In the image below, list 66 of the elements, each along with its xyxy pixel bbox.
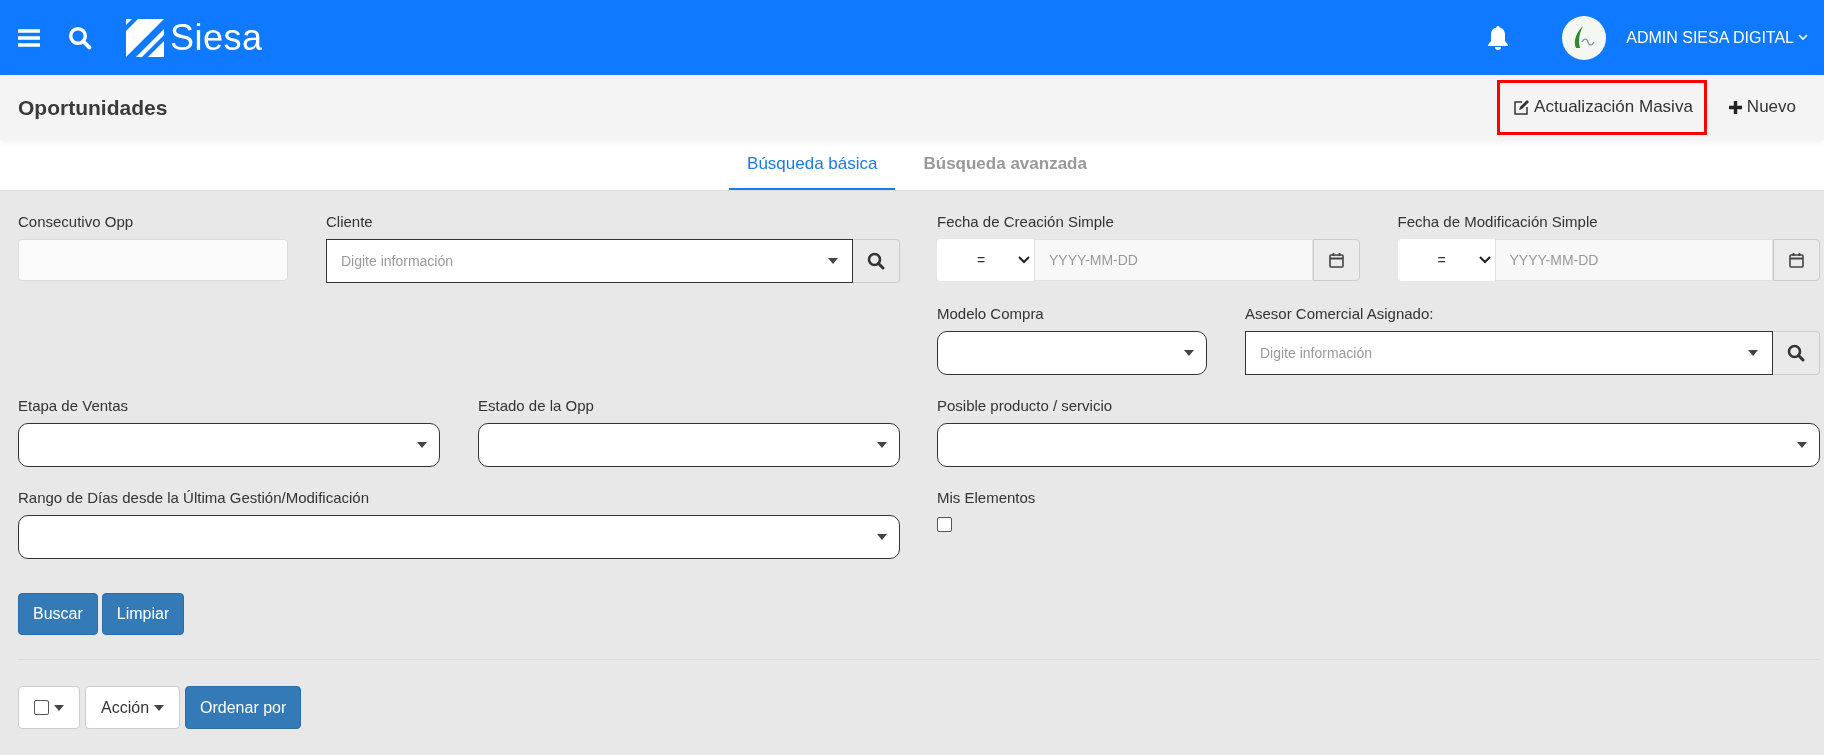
avatar-image[interactable] — [1562, 15, 1607, 60]
field-label: Rango de Días desde la Última Gestión/Modificación — [18, 489, 370, 507]
user-menu[interactable]: ADMIN SIESA DIGITAL — [1626, 28, 1808, 47]
caret-icon — [1184, 350, 1194, 356]
placeholder-text: Digite información — [341, 253, 454, 269]
caret-icon — [1797, 442, 1807, 448]
page-title: Oportunidades — [18, 95, 168, 120]
action-button[interactable]: Nuevo — [1712, 80, 1810, 135]
field-label: Posible producto / servicio — [937, 397, 1114, 415]
caret-icon — [877, 442, 887, 448]
tab[interactable]: Búsqueda básica — [729, 140, 896, 190]
sort-button[interactable]: Ordenar por — [185, 686, 302, 729]
plus-icon — [1728, 100, 1742, 114]
field-label: Cliente — [326, 213, 374, 231]
caret-icon — [154, 704, 165, 711]
chevron-icon — [1018, 256, 1030, 264]
field-label: Estado de la Opp — [478, 397, 595, 415]
select-field[interactable] — [18, 515, 900, 559]
bell-icon[interactable] — [1486, 24, 1511, 51]
caret-icon — [54, 704, 64, 711]
action-dropdown[interactable]: Acción — [85, 686, 181, 729]
field-label: Consecutivo Opp — [18, 213, 135, 231]
field-label: Fecha de Modificación Simple — [1397, 213, 1599, 231]
search-icon — [1787, 344, 1805, 362]
field-label: Modelo Compra — [937, 305, 1045, 323]
operator-select[interactable]: = — [937, 239, 1034, 281]
select-field[interactable] — [937, 423, 1820, 467]
date-field[interactable]: YYYY-MM-DD — [1034, 239, 1313, 281]
calendar-icon — [1789, 252, 1804, 268]
menu-icon[interactable] — [18, 28, 40, 47]
field-label: Asesor Comercial Asignado: — [1245, 305, 1435, 323]
search-icon — [68, 25, 92, 50]
checkbox[interactable] — [34, 700, 49, 715]
caret-icon — [828, 258, 838, 264]
calendar-button[interactable] — [1312, 239, 1360, 281]
brand-name: Siesa — [170, 16, 263, 59]
field-label: Fecha de Creación Simple — [937, 213, 1115, 231]
field-label: Mis Elementos — [937, 489, 1037, 507]
select-all-dropdown[interactable] — [18, 686, 80, 729]
edit-icon — [1513, 99, 1530, 115]
combo-field[interactable]: Digite información — [1245, 331, 1773, 375]
select-field[interactable] — [18, 423, 440, 467]
input-field[interactable] — [18, 239, 288, 281]
caret-icon — [877, 534, 887, 540]
tab[interactable]: Búsqueda avanzada — [905, 140, 1105, 190]
action-button[interactable]: Actualización Masiva — [1497, 80, 1707, 135]
chevron-icon — [1798, 34, 1808, 41]
placeholder-text: Digite información — [1260, 345, 1373, 361]
caret-icon — [1748, 350, 1758, 356]
calendar-icon — [1328, 252, 1344, 268]
search-button[interactable] — [853, 239, 900, 283]
date-field[interactable]: YYYY-MM-DD — [1494, 239, 1773, 281]
combo-field[interactable]: Digite información — [326, 239, 853, 283]
field-label: Etapa de Ventas — [18, 397, 130, 415]
caret-icon — [417, 442, 427, 448]
search-icon — [867, 252, 885, 270]
form-button[interactable]: Buscar — [18, 593, 98, 635]
form-button[interactable]: Limpiar — [101, 593, 185, 635]
operator-select[interactable]: = — [1397, 239, 1495, 281]
checkbox[interactable] — [937, 517, 952, 532]
logo-mark-icon — [126, 18, 164, 57]
calendar-button[interactable] — [1773, 239, 1820, 281]
chevron-icon — [1478, 256, 1491, 264]
select-field[interactable] — [478, 423, 900, 467]
search-button[interactable] — [1773, 331, 1820, 375]
select-field[interactable] — [937, 331, 1207, 375]
